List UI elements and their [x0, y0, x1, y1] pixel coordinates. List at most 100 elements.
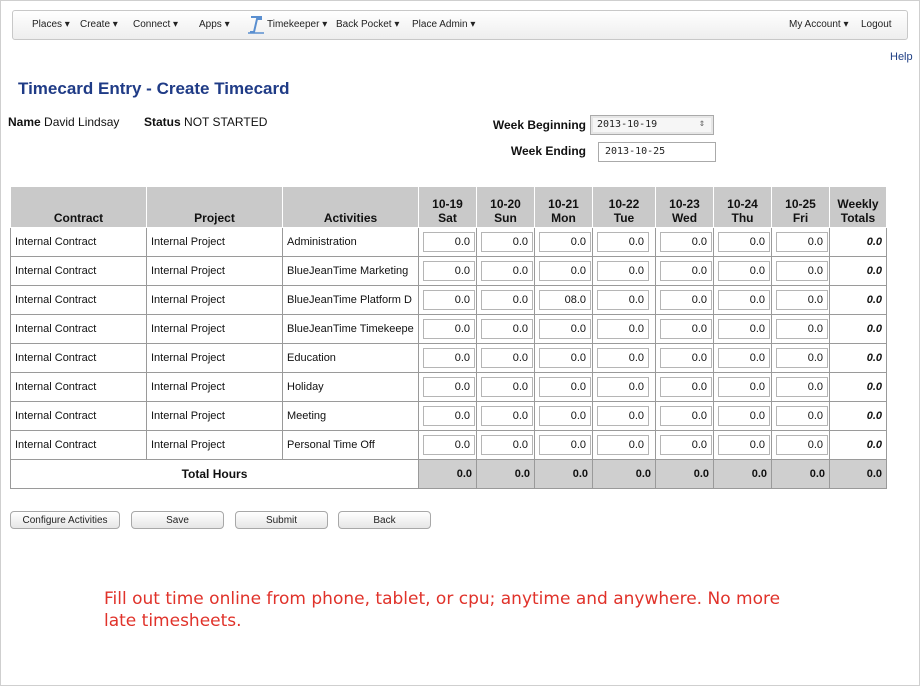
hours-input[interactable]: 0.0 [481, 261, 533, 281]
nav-place-admin[interactable]: Place Admin ▾ [412, 19, 475, 30]
hours-input[interactable]: 0.0 [539, 261, 591, 281]
hours-input[interactable]: 0.0 [718, 261, 770, 281]
hours-input[interactable]: 0.0 [660, 261, 712, 281]
day-header: 10-21 Mon [534, 186, 593, 228]
hours-input[interactable]: 0.0 [423, 290, 475, 310]
nav-connect[interactable]: Connect ▾ [133, 19, 178, 30]
weekly-total-cell: 0.0 [829, 285, 887, 315]
save-button[interactable]: Save [131, 511, 224, 529]
hours-input[interactable]: 0.0 [597, 319, 649, 339]
hours-input[interactable]: 0.0 [776, 232, 828, 252]
hours-input[interactable]: 0.0 [660, 348, 712, 368]
nav-logout[interactable]: Logout [861, 19, 892, 30]
hours-input[interactable]: 0.0 [539, 348, 591, 368]
activity-cell: Education [282, 343, 419, 373]
hours-input[interactable]: 0.0 [481, 319, 533, 339]
hours-input[interactable]: 08.0 [539, 290, 591, 310]
hours-input[interactable]: 0.0 [718, 232, 770, 252]
contract-cell: Internal Contract [10, 314, 147, 344]
total-hours-label: Total Hours [10, 459, 419, 489]
hours-cell: 0.0 [476, 343, 535, 373]
hours-input[interactable]: 0.0 [423, 261, 475, 281]
hours-input[interactable]: 0.0 [776, 435, 828, 455]
hours-cell: 0.0 [655, 343, 714, 373]
hours-input[interactable]: 0.0 [660, 435, 712, 455]
nav-timekeeper[interactable]: Timekeeper ▾ [267, 19, 327, 30]
hours-input[interactable]: 0.0 [776, 348, 828, 368]
hours-input[interactable]: 0.0 [539, 377, 591, 397]
hours-input[interactable]: 0.0 [660, 232, 712, 252]
hours-input[interactable]: 0.0 [718, 435, 770, 455]
hours-input[interactable]: 0.0 [481, 232, 533, 252]
hours-input[interactable]: 0.0 [481, 377, 533, 397]
project-header: Project [146, 186, 283, 228]
hours-input[interactable]: 0.0 [776, 377, 828, 397]
weekly-total-cell: 0.0 [829, 314, 887, 344]
hours-input[interactable]: 0.0 [776, 406, 828, 426]
hours-input[interactable]: 0.0 [423, 377, 475, 397]
hours-cell: 08.0 [534, 285, 593, 315]
configure-activities-button[interactable]: Configure Activities [10, 511, 120, 529]
hours-input[interactable]: 0.0 [597, 435, 649, 455]
hours-input[interactable]: 0.0 [718, 406, 770, 426]
hours-input[interactable]: 0.0 [660, 319, 712, 339]
hours-input[interactable]: 0.0 [539, 319, 591, 339]
hours-input[interactable]: 0.0 [539, 435, 591, 455]
hours-input[interactable]: 0.0 [539, 232, 591, 252]
hours-input[interactable]: 0.0 [539, 406, 591, 426]
hours-input[interactable]: 0.0 [597, 348, 649, 368]
back-button[interactable]: Back [338, 511, 431, 529]
hours-input[interactable]: 0.0 [776, 319, 828, 339]
hours-input[interactable]: 0.0 [718, 377, 770, 397]
hours-input[interactable]: 0.0 [597, 261, 649, 281]
activity-cell: Administration [282, 227, 419, 257]
hours-input[interactable]: 0.0 [481, 406, 533, 426]
nav-apps[interactable]: Apps ▾ [199, 19, 230, 30]
nav-places[interactable]: Places ▾ [32, 19, 70, 30]
day-total: 0.0 [713, 459, 772, 489]
nav-my-account[interactable]: My Account ▾ [789, 19, 849, 30]
hours-cell: 0.0 [771, 285, 830, 315]
hours-input[interactable]: 0.0 [481, 348, 533, 368]
hours-cell: 0.0 [418, 314, 477, 344]
submit-button[interactable]: Submit [235, 511, 328, 529]
hours-input[interactable]: 0.0 [660, 406, 712, 426]
hours-cell: 0.0 [534, 256, 593, 286]
table-header-row: Contract Project Activities 10-19 Sat 10-… [10, 186, 887, 228]
hours-input[interactable]: 0.0 [423, 348, 475, 368]
hours-input[interactable]: 0.0 [597, 232, 649, 252]
hours-input[interactable]: 0.0 [481, 435, 533, 455]
hours-input[interactable]: 0.0 [481, 290, 533, 310]
week-beginning-select[interactable]: 2013-10-19 ⇕ [590, 115, 714, 135]
hours-input[interactable]: 0.0 [423, 232, 475, 252]
hours-cell: 0.0 [476, 227, 535, 257]
hours-input[interactable]: 0.0 [597, 290, 649, 310]
hours-cell: 0.0 [655, 314, 714, 344]
hours-input[interactable]: 0.0 [718, 319, 770, 339]
page-title: Timecard Entry - Create Timecard [18, 79, 290, 98]
hours-cell: 0.0 [592, 343, 656, 373]
hours-cell: 0.0 [592, 256, 656, 286]
hours-input[interactable]: 0.0 [776, 261, 828, 281]
hours-input[interactable]: 0.0 [597, 406, 649, 426]
hours-cell: 0.0 [418, 372, 477, 402]
help-link[interactable]: Help [890, 51, 913, 63]
nav-back-pocket[interactable]: Back Pocket ▾ [336, 19, 399, 30]
nav-create[interactable]: Create ▾ [80, 19, 118, 30]
hours-input[interactable]: 0.0 [597, 377, 649, 397]
hours-input[interactable]: 0.0 [423, 319, 475, 339]
hours-input[interactable]: 0.0 [423, 406, 475, 426]
hours-input[interactable]: 0.0 [423, 435, 475, 455]
hours-cell: 0.0 [655, 256, 714, 286]
contract-cell: Internal Contract [10, 372, 147, 402]
table-row: Internal Contract Internal Project Adminis… [10, 227, 887, 257]
hours-input[interactable]: 0.0 [660, 377, 712, 397]
day-total: 0.0 [418, 459, 477, 489]
activity-cell: BlueJeanTime Platform D [282, 285, 419, 315]
hours-input[interactable]: 0.0 [718, 290, 770, 310]
hours-input[interactable]: 0.0 [718, 348, 770, 368]
hours-input[interactable]: 0.0 [776, 290, 828, 310]
hours-cell: 0.0 [534, 401, 593, 431]
hours-cell: 0.0 [655, 285, 714, 315]
hours-input[interactable]: 0.0 [660, 290, 712, 310]
